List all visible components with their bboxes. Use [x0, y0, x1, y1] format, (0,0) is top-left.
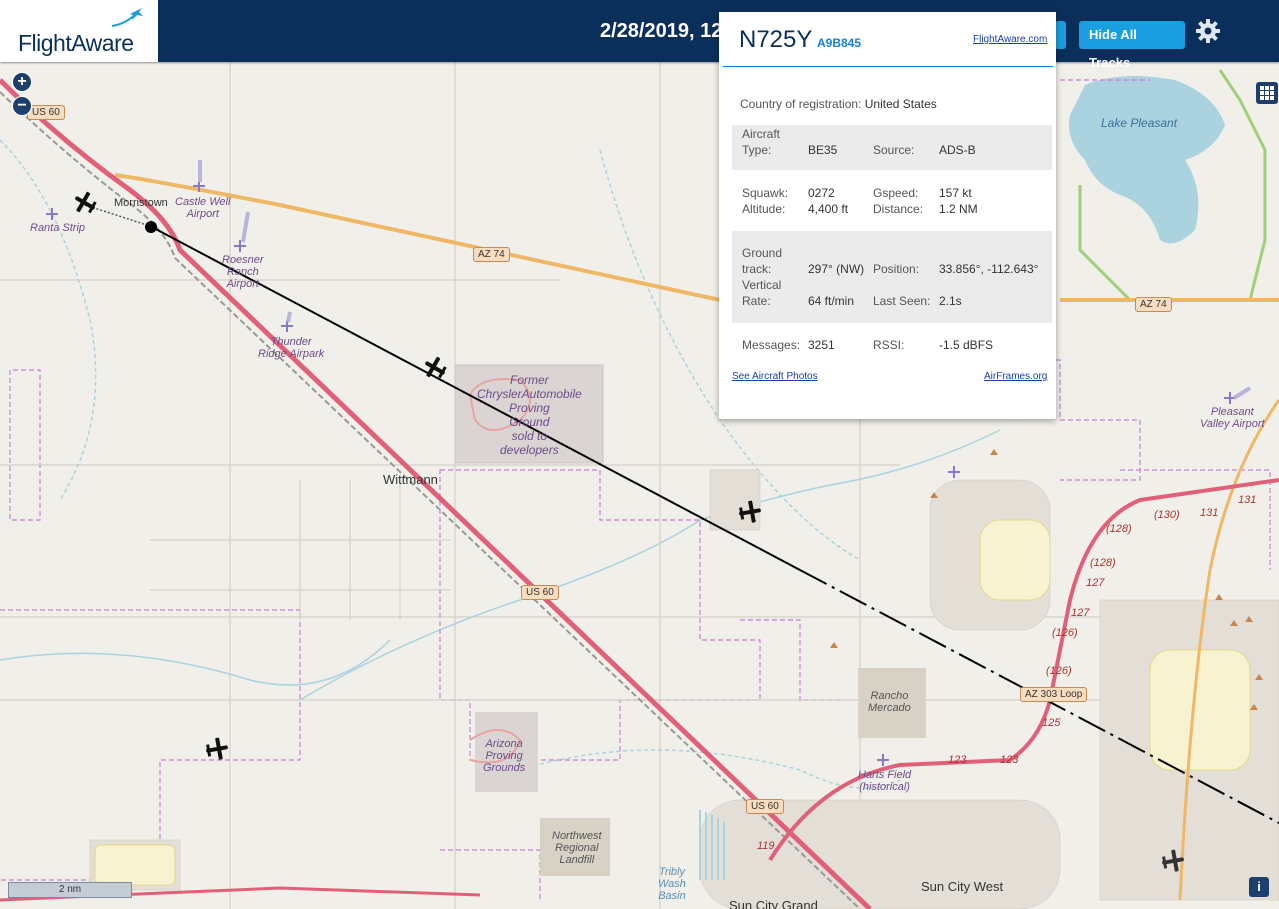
aircraft-icon[interactable]: [204, 736, 230, 762]
map-scale-bar: 2 nm: [8, 882, 132, 898]
aircraft-hex-link[interactable]: A9B845: [817, 36, 861, 50]
source-value: ADS-B: [939, 143, 976, 157]
road-shield-az74: AZ 74: [1135, 297, 1172, 312]
label-chrysler: Former ChryslerAutomobile Proving Ground…: [477, 373, 582, 457]
ground-track-value: 297° (NW): [808, 262, 865, 276]
altitude-label: Altitude:: [742, 202, 786, 216]
partial-header-button[interactable]: [1055, 21, 1066, 49]
label-ranta-strip: Ranta Strip: [30, 222, 86, 234]
lake-pleasant-water: [1069, 76, 1225, 244]
label-tribly: Tribly Wash Basin: [658, 866, 686, 902]
gspeed-label: Gspeed:: [873, 186, 919, 200]
airframes-link[interactable]: AirFrames.org: [984, 371, 1047, 382]
road-number: 127: [1086, 577, 1105, 589]
map-canvas[interactable]: Morristown Wittmann Sun City West Sun Ci…: [0, 62, 1279, 909]
aircraft-type-value: BE35: [808, 143, 838, 157]
squawk-label: Squawk:: [742, 186, 789, 200]
road-shield-az74: AZ 74: [473, 247, 510, 262]
road-number: 131: [1238, 494, 1257, 506]
messages-label: Messages:: [742, 338, 801, 352]
road-number: 123: [1000, 754, 1019, 766]
position-value: 33.856°, -112.643°: [939, 262, 1039, 276]
label-landfill: Northwest Regional Landfill: [552, 830, 602, 866]
rssi-label: RSSI:: [873, 338, 905, 352]
vertical-rate-value: 64 ft/min: [808, 294, 855, 308]
label-castle-well: Castle Well Airport: [175, 196, 231, 220]
map-base-layer: [0, 62, 1279, 909]
aircraft-icon[interactable]: [737, 499, 763, 525]
ground-track-label: Ground track:: [742, 246, 783, 276]
aircraft-ident: N725Y: [739, 26, 813, 53]
road-number: (128): [1106, 523, 1132, 535]
road-number: 127: [1071, 607, 1090, 619]
label-arizona-proving: Arizona Proving Grounds: [483, 738, 526, 774]
flightaware-link[interactable]: FlightAware.com: [973, 34, 1047, 45]
position-label: Position:: [873, 262, 920, 276]
label-rancho-mercado: Rancho Mercado: [868, 690, 911, 714]
road-shield-us60: US 60: [521, 585, 559, 600]
messages-value: 3251: [808, 338, 835, 352]
aircraft-icon[interactable]: [72, 190, 98, 216]
last-seen-label: Last Seen:: [873, 294, 931, 308]
last-seen-value: 2.1s: [939, 294, 962, 308]
az74-highway: [114, 173, 721, 302]
altitude-value: 4,400 ft: [808, 202, 849, 216]
logo-plane-icon: [111, 8, 143, 27]
aircraft-type-label: Aircraft Type:: [742, 127, 781, 157]
aircraft-info-popup: N725Y A9B845 FlightAware.com Country of …: [719, 12, 1056, 419]
road-number: 123: [948, 754, 967, 766]
track-start-marker: [145, 221, 157, 233]
town-wittmann: Wittmann: [383, 472, 438, 487]
road-shield-us60: US 60: [27, 105, 65, 120]
road-number: 125: [1042, 717, 1061, 729]
road-number: (126): [1046, 665, 1072, 677]
road-number: 131: [1200, 507, 1219, 519]
aircraft-icon[interactable]: [422, 355, 448, 381]
header-date: 2/28/2019, 12: [600, 20, 720, 42]
zoom-in-button[interactable]: +: [12, 72, 32, 92]
label-harts-field: Harts Field (historical): [858, 769, 912, 793]
road-shield-az303: AZ 303 Loop: [1020, 687, 1088, 702]
source-label: Source:: [873, 143, 915, 157]
popup-divider: [723, 66, 1053, 67]
town-sun-city-grand: Sun City Grand: [729, 898, 818, 909]
hide-all-tracks-button[interactable]: Hide All Tracks: [1079, 21, 1185, 70]
country-label: Country of registration:: [740, 97, 862, 111]
layer-grid-icon[interactable]: [1256, 82, 1278, 104]
road-number: (126): [1052, 627, 1078, 639]
aircraft-icon[interactable]: [1160, 848, 1186, 874]
label-roesner: Roesner Ranch Airport: [222, 254, 264, 290]
vertical-rate-label: Vertical Rate:: [742, 278, 782, 308]
town-sun-city-west: Sun City West: [921, 879, 1004, 894]
distance-label: Distance:: [873, 202, 924, 216]
country-value: United States: [864, 97, 937, 111]
top-header: FlightAware 2/28/2019, 12 Hide All Track…: [0, 0, 1279, 70]
town-morristown: Morristown: [114, 197, 168, 209]
road-number: (128): [1090, 557, 1116, 569]
distance-value: 1.2 NM: [939, 202, 978, 216]
road-number: (130): [1154, 509, 1180, 521]
logo-text: FlightAware: [18, 30, 134, 56]
country-row: Country of registration: United States: [740, 97, 937, 111]
gspeed-value: 157 kt: [939, 186, 972, 200]
road-number: 119: [757, 840, 775, 852]
squawk-value: 0272: [808, 186, 835, 200]
info-icon[interactable]: i: [1249, 877, 1269, 897]
label-pleasant-valley: Pleasant Valley Airport: [1200, 406, 1265, 430]
zoom-out-button[interactable]: −: [12, 96, 32, 116]
gear-icon[interactable]: [1195, 18, 1221, 44]
see-aircraft-photos-link[interactable]: See Aircraft Photos: [732, 371, 818, 382]
rssi-value: -1.5 dBFS: [939, 338, 994, 352]
label-lake-pleasant: Lake Pleasant: [1101, 116, 1178, 130]
flightaware-logo[interactable]: FlightAware: [0, 0, 161, 62]
label-thunder-ridge: Thunder Ridge Airpark: [258, 336, 325, 360]
road-shield-us60: US 60: [746, 799, 784, 814]
